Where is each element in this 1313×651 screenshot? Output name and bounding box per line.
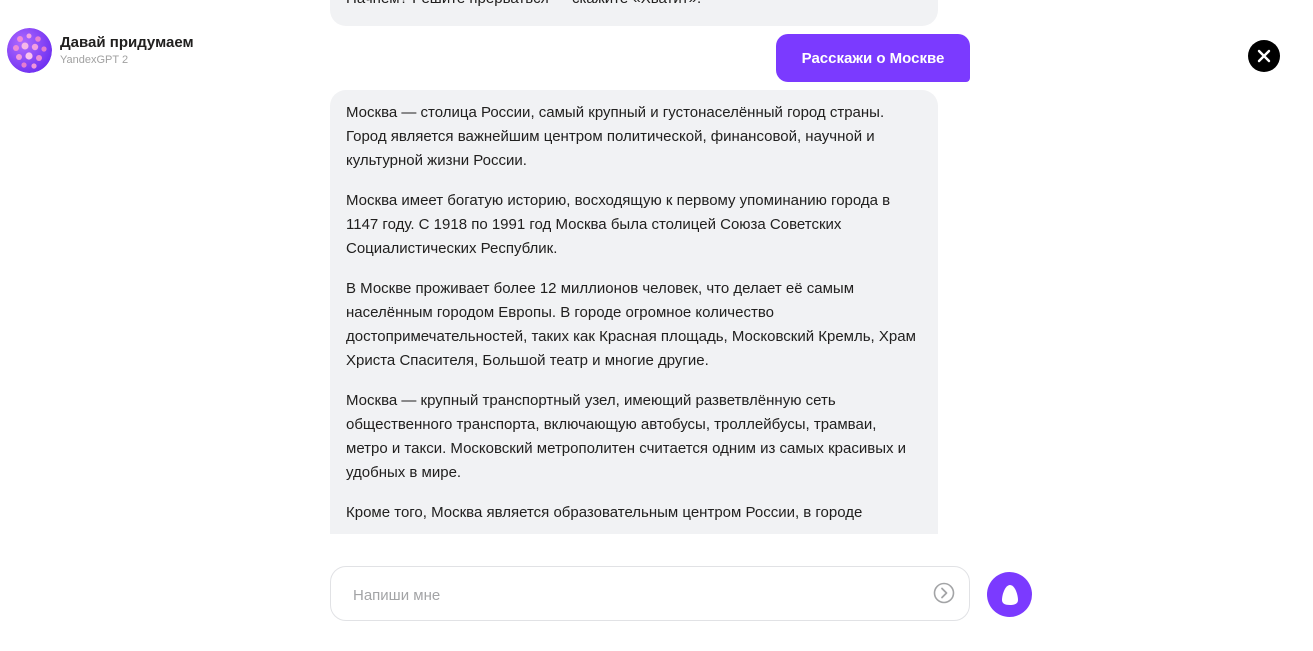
message-composer <box>330 566 970 621</box>
model-name: YandexGPT 2 <box>60 54 129 66</box>
avatar-dots-icon <box>7 28 52 73</box>
bot-message: Москва — столица России, самый крупный и… <box>330 90 938 534</box>
user-message-text: Расскажи о Москве <box>801 49 945 67</box>
close-icon <box>1257 49 1271 63</box>
user-message: Расскажи о Москве <box>776 34 970 82</box>
avatar <box>7 28 52 73</box>
message-input[interactable] <box>351 583 915 607</box>
bot-paragraph: Москва имеет богатую историю, восходящую… <box>346 192 891 257</box>
alice-icon <box>1001 584 1018 605</box>
alice-voice-button[interactable] <box>987 572 1032 617</box>
send-button[interactable] <box>933 582 955 604</box>
bot-paragraph: Москва — крупный транспортный узел, имею… <box>346 392 907 481</box>
chat-messages[interactable]: Начнем? Решите прерваться — скажите «Хва… <box>330 0 970 534</box>
send-arrow-icon <box>933 582 955 604</box>
chat-title: Давай придумаем <box>60 34 194 51</box>
chat-header: Давай придумаем YandexGPT 2 <box>7 28 194 73</box>
close-button[interactable] <box>1248 40 1280 72</box>
bot-paragraph: Кроме того, Москва является образователь… <box>346 504 863 521</box>
bot-message-text: Начнем? Решите прерваться — скажите «Хва… <box>346 0 701 11</box>
bot-paragraph: Москва — столица России, самый крупный и… <box>346 104 885 169</box>
bot-paragraph: В Москве проживает более 12 миллионов че… <box>346 280 916 369</box>
bot-message-previous: Начнем? Решите прерваться — скажите «Хва… <box>330 0 938 26</box>
